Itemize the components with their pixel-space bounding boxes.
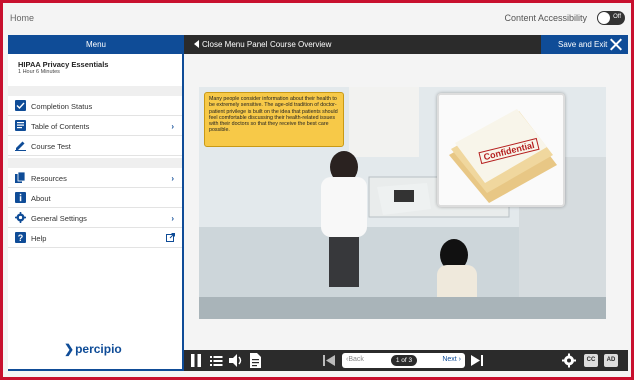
chevron-right-icon: › bbox=[171, 174, 174, 183]
home-link[interactable]: Home bbox=[10, 13, 34, 23]
save-exit-label: Save and Exit bbox=[558, 40, 608, 49]
closed-captions-button[interactable]: CC bbox=[584, 354, 598, 367]
chevron-right-icon: › bbox=[171, 122, 174, 131]
course-title: Course Overview bbox=[270, 40, 332, 49]
close-icon bbox=[610, 38, 622, 50]
menu-item-help[interactable]: ? Help bbox=[8, 228, 182, 248]
logo-text: percipio bbox=[75, 342, 122, 356]
audio-description-button[interactable]: AD bbox=[604, 354, 618, 367]
menu-item-table-of-contents[interactable]: Table of Contents › bbox=[8, 116, 182, 136]
menu-item-label: Completion Status bbox=[31, 102, 93, 111]
back-button[interactable]: ‹Back bbox=[346, 356, 364, 363]
top-bar: Home Content Accessibility Off bbox=[3, 3, 631, 35]
menu-item-label: General Settings bbox=[31, 214, 87, 223]
close-menu-label: Close Menu Panel bbox=[202, 40, 268, 49]
chevron-right-icon: › bbox=[171, 214, 174, 223]
pencil-icon bbox=[15, 141, 26, 151]
slide-navigation: ‹Back 1 of 3 Next › bbox=[342, 353, 465, 368]
documents-icon bbox=[15, 172, 26, 183]
content-accessibility-label: Content Accessibility bbox=[504, 13, 587, 23]
menu-item-about[interactable]: About bbox=[8, 188, 182, 208]
menu-item-label: Resources bbox=[31, 174, 67, 183]
slide-stage: Many people consider information about t… bbox=[184, 54, 628, 350]
toggle-state-label: Off bbox=[613, 14, 621, 20]
info-icon bbox=[15, 192, 26, 203]
close-menu-panel-button[interactable]: Close Menu Panel bbox=[194, 35, 267, 54]
menu-item-label: Table of Contents bbox=[31, 122, 90, 131]
course-duration: 1 Hour 6 Minutes bbox=[18, 69, 60, 75]
menu-sidebar: HIPAA Privacy Essentials 1 Hour 6 Minute… bbox=[8, 54, 184, 371]
settings-gear-icon[interactable] bbox=[562, 353, 576, 368]
menu-item-completion-status[interactable]: Completion Status bbox=[8, 96, 182, 116]
menu-item-general-settings[interactable]: General Settings › bbox=[8, 208, 182, 228]
course-name: HIPAA Privacy Essentials bbox=[18, 60, 109, 69]
header-bar: Menu Close Menu Panel Course Overview Sa… bbox=[8, 35, 628, 54]
skip-forward-icon[interactable] bbox=[471, 353, 483, 368]
next-label: Next bbox=[442, 356, 457, 363]
confidential-folder-image: Confidential bbox=[437, 93, 565, 207]
chevron-left-icon bbox=[194, 40, 199, 48]
callout-text: Many people consider information about t… bbox=[204, 92, 344, 147]
menu-item-label: About bbox=[31, 194, 51, 203]
menu-group-primary: Completion Status Table of Contents › Co… bbox=[8, 96, 182, 156]
list-icon[interactable] bbox=[210, 353, 223, 368]
slide-image: Many people consider information about t… bbox=[199, 87, 606, 319]
menu-tab[interactable]: Menu bbox=[8, 35, 184, 54]
volume-icon[interactable] bbox=[229, 353, 243, 368]
page-indicator: 1 of 3 bbox=[391, 355, 417, 366]
menu-item-course-test[interactable]: Course Test bbox=[8, 136, 182, 156]
pause-icon[interactable] bbox=[190, 353, 202, 368]
percipio-logo: ❯percipio bbox=[64, 342, 122, 356]
svg-text:?: ? bbox=[18, 233, 24, 243]
menu-group-secondary: Resources › About General Settings › ? H… bbox=[8, 168, 182, 248]
menu-item-label: Help bbox=[31, 234, 47, 243]
checkbox-icon bbox=[15, 100, 26, 111]
toggle-knob bbox=[598, 12, 610, 24]
section-divider bbox=[8, 158, 182, 168]
percipio-mark-icon: ❯ bbox=[64, 342, 75, 356]
section-divider bbox=[8, 86, 182, 96]
save-and-exit-button[interactable]: Save and Exit bbox=[541, 35, 628, 54]
transcript-icon[interactable] bbox=[250, 353, 261, 368]
gear-icon bbox=[15, 212, 26, 223]
back-label: Back bbox=[348, 356, 364, 363]
book-icon bbox=[15, 120, 26, 131]
content-accessibility-toggle[interactable]: Off bbox=[597, 11, 625, 25]
menu-item-resources[interactable]: Resources › bbox=[8, 168, 182, 188]
external-link-icon bbox=[166, 233, 175, 242]
next-button[interactable]: Next › bbox=[442, 356, 461, 363]
menu-item-label: Course Test bbox=[31, 142, 71, 151]
help-icon: ? bbox=[15, 232, 26, 243]
player-controls: ‹Back 1 of 3 Next › CC AD bbox=[184, 350, 628, 371]
skip-back-icon[interactable] bbox=[323, 353, 335, 368]
